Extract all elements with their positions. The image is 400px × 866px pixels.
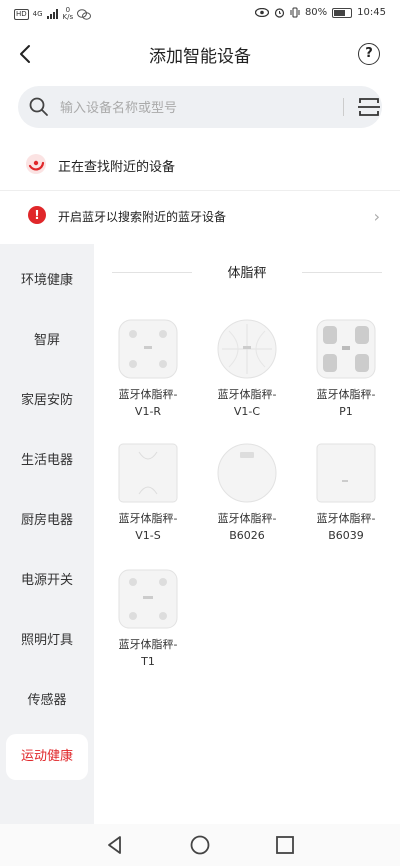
net-speed-unit: K/s <box>62 13 74 21</box>
device-item[interactable]: 蓝牙体脂秤- T1 <box>98 568 198 670</box>
battery-percent: 80% <box>304 7 328 18</box>
sidebar-item-label: 运动健康 <box>20 749 73 764</box>
device-item[interactable]: 蓝牙体脂秤- P1 <box>296 318 396 420</box>
device-name: 蓝牙体脂秤- P1 <box>296 386 396 420</box>
nav-recents-button[interactable] <box>272 832 298 858</box>
sidebar-item-sensors[interactable]: 传感器 <box>6 678 88 724</box>
scan-icon[interactable] <box>357 96 381 118</box>
sidebar-item-label: 电源开关 <box>20 573 73 588</box>
device-item[interactable]: 蓝牙体脂秤- B6039 <box>296 442 396 544</box>
device-name: 蓝牙体脂秤- V1-C <box>197 386 297 420</box>
device-name-line1: 蓝牙体脂秤- <box>316 512 376 525</box>
sidebar-item-kitchen[interactable]: 厨房电器 <box>6 498 88 544</box>
sidebar-item-label: 环境健康 <box>20 273 73 288</box>
wechat-icon <box>77 8 92 20</box>
device-list: 体脂秤 蓝牙体脂秤- V1-R 蓝牙体脂秤- V1-C 蓝牙体脂秤- P1 蓝牙… <box>94 244 400 824</box>
system-nav-bar <box>0 824 400 866</box>
sidebar-item-lighting[interactable]: 照明灯具 <box>6 618 88 664</box>
device-item[interactable]: 蓝牙体脂秤- V1-S <box>98 442 198 544</box>
hd-badge: HD <box>14 8 29 20</box>
search-input[interactable] <box>58 86 332 130</box>
scanning-text: 正在查找附近的设备 <box>58 160 176 175</box>
scale-image <box>216 318 278 380</box>
device-model: V1-R <box>134 405 162 418</box>
bluetooth-tip-text: 开启蓝牙以搜索附近的蓝牙设备 <box>58 210 227 224</box>
scale-image <box>315 442 377 504</box>
sidebar-item-sports-health[interactable]: 运动健康 <box>6 734 88 780</box>
sidebar-item-home-security[interactable]: 家居安防 <box>6 378 88 424</box>
device-name-line1: 蓝牙体脂秤- <box>118 512 178 525</box>
square-recents-icon <box>276 836 294 854</box>
sidebar-item-label: 家居安防 <box>20 393 73 408</box>
net-speed: 0 K/s <box>63 7 74 21</box>
device-name-line1: 蓝牙体脂秤- <box>316 388 376 401</box>
device-name: 蓝牙体脂秤- T1 <box>98 636 198 670</box>
nav-home-button[interactable] <box>187 832 213 858</box>
scale-image <box>117 442 179 504</box>
scanning-row: 正在查找附近的设备 <box>0 142 400 186</box>
scale-image <box>315 318 377 380</box>
search-divider <box>343 98 344 116</box>
scale-image <box>117 318 179 380</box>
device-item[interactable]: 蓝牙体脂秤- B6026 <box>197 442 297 544</box>
device-name: 蓝牙体脂秤- V1-R <box>98 386 198 420</box>
device-model: T1 <box>141 655 155 668</box>
device-model: P1 <box>339 405 353 418</box>
page-title: 添加智能设备 <box>149 47 251 67</box>
title-bar: 添加智能设备 ? <box>0 32 400 76</box>
device-name: 蓝牙体脂秤- B6039 <box>296 510 396 544</box>
device-name-line1: 蓝牙体脂秤- <box>217 388 277 401</box>
device-name: 蓝牙体脂秤- B6026 <box>197 510 297 544</box>
sidebar-item-label: 生活电器 <box>20 453 73 468</box>
divider <box>0 190 400 191</box>
sidebar-item-power-switch[interactable]: 电源开关 <box>6 558 88 604</box>
eye-icon <box>254 8 269 17</box>
device-model: B6026 <box>229 529 265 542</box>
warning-icon: ! <box>28 206 46 224</box>
search-bar <box>18 86 382 130</box>
signal-type: 4G <box>32 10 43 18</box>
clock: 10:45 <box>357 7 386 18</box>
sidebar-item-smart-screen[interactable]: 智屏 <box>6 318 88 364</box>
sidebar-item-environment[interactable]: 环境健康 <box>6 258 88 304</box>
chevron-right-icon: › <box>373 207 380 226</box>
device-model: B6039 <box>328 529 364 542</box>
device-name-line1: 蓝牙体脂秤- <box>118 638 178 651</box>
signal-icon <box>46 9 58 19</box>
bluetooth-tip[interactable]: ! 开启蓝牙以搜索附近的蓝牙设备 › <box>0 196 400 238</box>
sidebar-item-label: 传感器 <box>27 693 67 708</box>
help-button[interactable]: ? <box>358 43 380 65</box>
device-name: 蓝牙体脂秤- V1-S <box>98 510 198 544</box>
section-line-right <box>302 272 382 273</box>
triangle-back-icon <box>108 836 121 854</box>
status-bar: HD 4G 0 K/s 80% 10:45 <box>0 0 400 32</box>
search-icon <box>29 97 48 116</box>
sidebar-item-label: 厨房电器 <box>20 513 73 528</box>
device-name-line1: 蓝牙体脂秤- <box>217 512 277 525</box>
scale-image <box>117 568 179 630</box>
device-model: V1-C <box>233 405 261 418</box>
sidebar-item-appliances[interactable]: 生活电器 <box>6 438 88 484</box>
circle-home-icon <box>190 835 210 855</box>
scale-image <box>216 442 278 504</box>
status-left: HD 4G 0 K/s <box>14 7 92 21</box>
category-sidebar: 环境健康 智屏 家居安防 生活电器 厨房电器 电源开关 照明灯具 传感器 运动健… <box>0 244 94 824</box>
sidebar-item-label: 智屏 <box>33 333 60 348</box>
device-name-line1: 蓝牙体脂秤- <box>118 388 178 401</box>
vibrate-icon <box>290 7 300 18</box>
sidebar-item-label: 照明灯具 <box>20 633 73 648</box>
device-item[interactable]: 蓝牙体脂秤- V1-C <box>197 318 297 420</box>
question-icon: ? <box>365 46 373 61</box>
device-model: V1-S <box>135 529 161 542</box>
device-item[interactable]: 蓝牙体脂秤- V1-R <box>98 318 198 420</box>
alarm-icon <box>274 8 285 18</box>
radar-icon <box>26 154 46 174</box>
nav-back-button[interactable] <box>102 832 128 858</box>
status-right: 80% 10:45 <box>254 7 386 18</box>
battery-icon <box>332 7 353 18</box>
